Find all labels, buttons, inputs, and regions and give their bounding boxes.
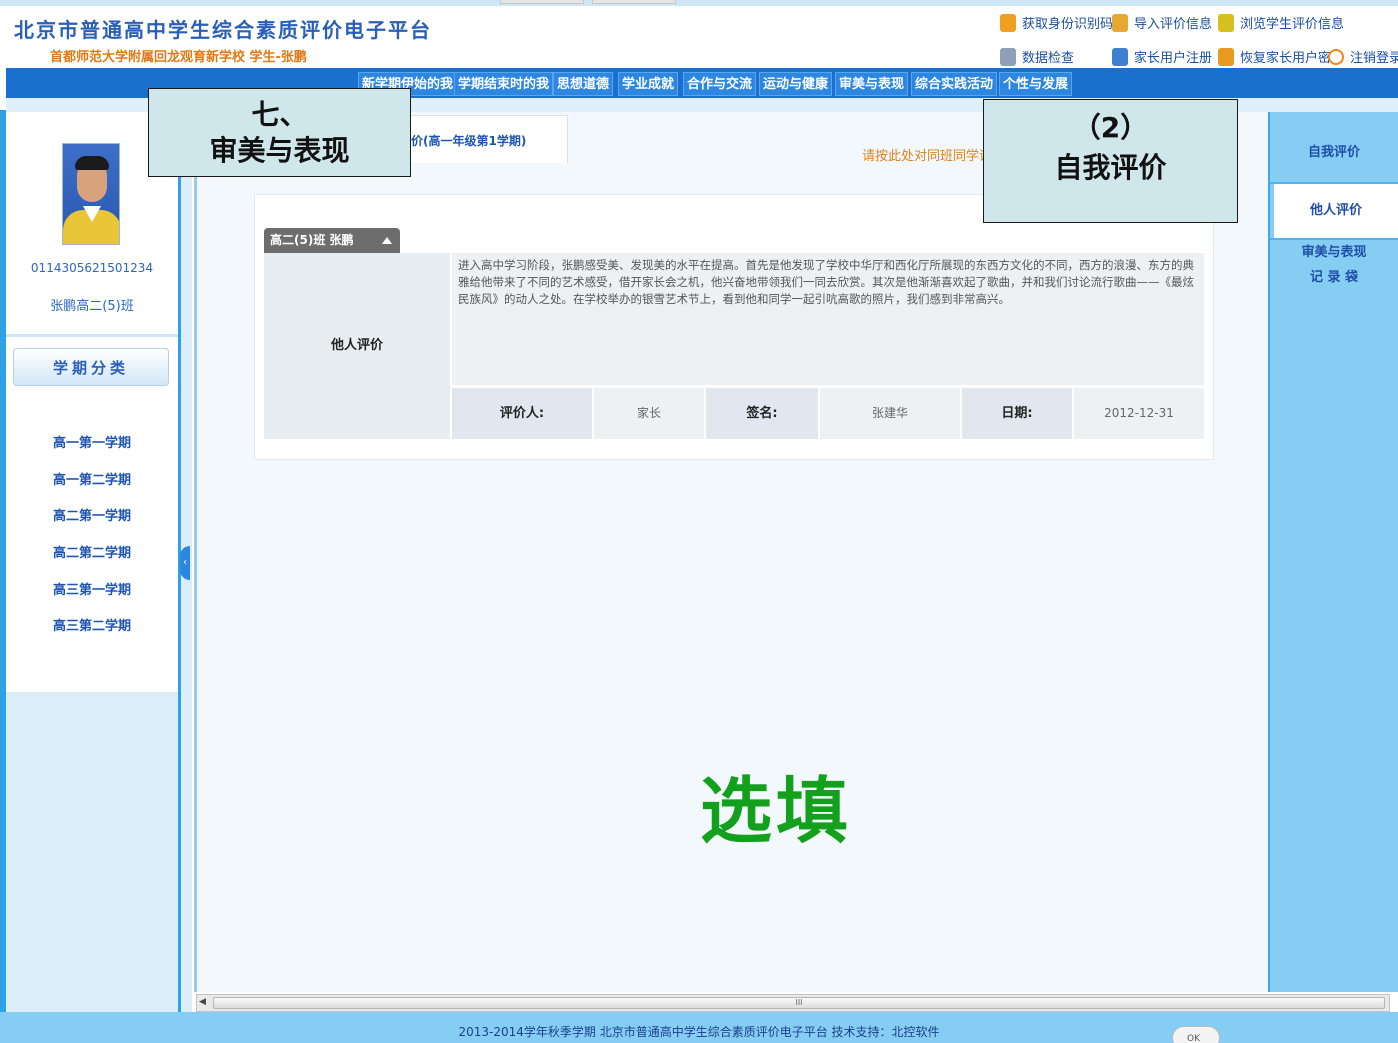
get-identity-code-link[interactable]: 获取身份识别码 bbox=[1000, 13, 1113, 32]
nav-item-term-end[interactable]: 学期结束时的我 bbox=[454, 72, 554, 96]
sidebar-separator bbox=[6, 334, 178, 337]
nav-item-practice[interactable]: 综合实践活动 bbox=[911, 72, 998, 96]
wrench-icon bbox=[1000, 47, 1016, 66]
restore-parent-password-link[interactable]: 恢复家长用户密码 bbox=[1218, 47, 1344, 66]
nav-item-morality[interactable]: 思想道德 bbox=[553, 72, 614, 96]
app-title: 北京市普通高中学生综合素质评价电子平台 bbox=[14, 18, 432, 42]
parent-register-link[interactable]: 家长用户注册 bbox=[1112, 47, 1212, 66]
term-item[interactable]: 高三第一学期 bbox=[6, 579, 178, 598]
scroll-thumb[interactable]: III bbox=[213, 997, 1385, 1009]
school-student-subtitle: 首都师范大学附属回龙观育新学校 学生-张鹏 bbox=[50, 50, 307, 65]
right-menu-others-eval[interactable]: 他人评价 bbox=[1270, 184, 1398, 238]
subsection-callout: （2） 自我评价 bbox=[983, 99, 1238, 223]
eval-type-label: 他人评价 bbox=[264, 253, 450, 439]
term-item[interactable]: 高一第二学期 bbox=[6, 469, 178, 488]
evaluator-label: 评价人: bbox=[452, 388, 592, 439]
date-label: 日期: bbox=[962, 388, 1072, 439]
student-photo bbox=[62, 143, 120, 245]
evaluator-value: 家长 bbox=[594, 388, 704, 439]
term-item[interactable]: 高二第二学期 bbox=[6, 542, 178, 561]
user-add-icon bbox=[1112, 47, 1128, 66]
sidebar-footer-area bbox=[6, 692, 178, 1012]
key-icon bbox=[1218, 47, 1234, 66]
browser-tab[interactable] bbox=[500, 0, 584, 4]
scroll-left-icon[interactable]: ◀ bbox=[199, 997, 209, 1009]
horizontal-scrollbar[interactable]: ◀ III bbox=[196, 994, 1390, 1012]
nav-item-aesthetics[interactable]: 审美与表现 bbox=[835, 72, 909, 96]
collapse-sidebar-icon[interactable]: ‹ bbox=[180, 546, 190, 580]
collapse-arrow-icon bbox=[382, 237, 392, 244]
student-name-class: 张鹏高二(5)班 bbox=[50, 299, 134, 314]
book-icon bbox=[1218, 13, 1234, 32]
logout-link[interactable]: 注销登录 bbox=[1328, 47, 1398, 66]
signature-value: 张建华 bbox=[820, 388, 960, 439]
right-menu-aesthetics[interactable]: 审美与表现 bbox=[1270, 243, 1398, 263]
term-category-header: 学期分类 bbox=[13, 348, 169, 386]
nav-item-cooperation[interactable]: 合作与交流 bbox=[683, 72, 757, 96]
import-evaluation-link[interactable]: 导入评价信息 bbox=[1112, 13, 1212, 32]
nav-item-academic[interactable]: 学业成就 bbox=[618, 72, 679, 96]
main-left-border bbox=[194, 112, 197, 992]
browser-tab-strip bbox=[0, 0, 1398, 6]
signature-label: 签名: bbox=[706, 388, 818, 439]
status-badge[interactable]: OK bbox=[1172, 1026, 1220, 1043]
browser-tab[interactable] bbox=[592, 0, 676, 4]
term-item[interactable]: 高三第二学期 bbox=[6, 615, 178, 634]
right-menu-record-bag[interactable]: 记 录 袋 bbox=[1270, 268, 1398, 288]
data-check-link[interactable]: 数据检查 bbox=[1000, 47, 1074, 66]
student-id: 0114305621501234 bbox=[30, 261, 154, 275]
right-menu-self-eval[interactable]: 自我评价 bbox=[1270, 124, 1398, 182]
date-value: 2012-12-31 bbox=[1074, 388, 1204, 439]
browse-evaluation-link[interactable]: 浏览学生评价信息 bbox=[1218, 13, 1344, 32]
nav-item-sports-health[interactable]: 运动与健康 bbox=[759, 72, 833, 96]
right-menu-separator bbox=[1270, 238, 1398, 240]
term-item[interactable]: 高二第一学期 bbox=[6, 505, 178, 524]
nav-item-personality[interactable]: 个性与发展 bbox=[999, 72, 1073, 96]
import-icon bbox=[1112, 13, 1128, 32]
logout-icon bbox=[1328, 48, 1344, 65]
eval-text: 进入高中学习阶段，张鹏感受美、发现美的水平在提高。首先是他发现了学校中华厅和西化… bbox=[452, 253, 1204, 385]
hand-cursor-icon bbox=[1000, 13, 1016, 32]
breadcrumb-tab[interactable]: 价(高一年级第1学期) bbox=[400, 115, 568, 163]
section-callout: 七、 审美与表现 bbox=[148, 88, 411, 177]
card-tab-student[interactable]: 高二(5)班 张鹏 bbox=[264, 228, 400, 253]
optional-note: 选填 bbox=[700, 769, 853, 853]
term-item[interactable]: 高一第一学期 bbox=[6, 432, 178, 451]
